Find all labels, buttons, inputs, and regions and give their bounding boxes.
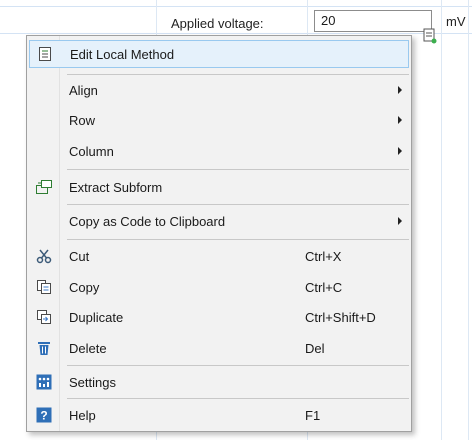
applied-voltage-label: Applied voltage: — [171, 16, 264, 31]
help-icon: ? — [29, 401, 59, 429]
menu-item-label: Settings — [69, 374, 116, 390]
menu-item-align[interactable]: Align — [29, 76, 409, 104]
shortcut-text: Ctrl+C — [305, 279, 343, 295]
menu-item-extract-subform[interactable]: Extract Subform — [29, 173, 409, 201]
shortcut-text: F1 — [305, 407, 321, 423]
applied-voltage-input[interactable]: 20 — [314, 10, 432, 32]
menu-separator — [67, 169, 409, 170]
menu-item-label: Copy as Code to Clipboard — [69, 213, 226, 229]
submenu-arrow-icon — [398, 147, 402, 155]
submenu-arrow-icon — [398, 116, 402, 124]
voltage-unit-label: mV — [446, 14, 466, 29]
edit-method-icon — [30, 40, 60, 68]
menu-item-duplicate[interactable]: Duplicate Ctrl+Shift+D — [29, 303, 409, 331]
menu-item-copy[interactable]: Copy Ctrl+C — [29, 273, 409, 301]
scissors-icon — [29, 242, 59, 270]
settings-icon — [29, 368, 59, 396]
menu-item-label: Help — [69, 407, 96, 423]
menu-item-delete[interactable]: Delete Del — [29, 334, 409, 362]
shortcut-text: Del — [305, 340, 325, 356]
menu-separator — [67, 74, 409, 75]
menu-item-label: Cut — [69, 248, 90, 264]
duplicate-icon — [29, 303, 59, 331]
grid-line — [441, 0, 442, 440]
extract-subform-icon — [29, 173, 59, 201]
shortcut-text: Ctrl+Shift+D — [305, 309, 376, 325]
field-method-icon[interactable] — [423, 28, 437, 44]
submenu-arrow-icon — [398, 217, 402, 225]
menu-item-copy-as-code[interactable]: Copy as Code to Clipboard — [29, 207, 409, 235]
menu-item-settings[interactable]: Settings — [29, 368, 409, 396]
grid-line — [0, 33, 472, 34]
submenu-arrow-icon — [398, 86, 402, 94]
menu-separator — [67, 204, 409, 205]
menu-item-label: Duplicate — [69, 309, 124, 325]
menu-separator — [67, 398, 409, 399]
menu-item-label: Column — [69, 143, 114, 159]
menu-separator — [67, 365, 409, 366]
grid-line — [468, 0, 469, 440]
menu-item-row[interactable]: Row — [29, 106, 409, 134]
menu-item-label: Align — [69, 82, 98, 98]
context-menu: Edit Local Method Align Row Column Extra… — [26, 35, 412, 432]
menu-separator — [67, 239, 409, 240]
menu-item-cut[interactable]: Cut Ctrl+X — [29, 242, 409, 270]
menu-item-label: Extract Subform — [69, 179, 163, 195]
copy-icon — [29, 273, 59, 301]
menu-item-label: Copy — [69, 279, 100, 295]
trash-icon — [29, 334, 59, 362]
menu-item-label: Edit Local Method — [70, 46, 175, 62]
menu-item-help[interactable]: ? Help F1 — [29, 401, 409, 429]
menu-item-label: Delete — [69, 340, 107, 356]
svg-text:?: ? — [40, 409, 47, 423]
menu-item-column[interactable]: Column — [29, 137, 409, 165]
menu-item-edit-local-method[interactable]: Edit Local Method — [29, 40, 409, 68]
menu-item-label: Row — [69, 112, 96, 128]
grid-line — [0, 6, 472, 7]
shortcut-text: Ctrl+X — [305, 248, 342, 264]
